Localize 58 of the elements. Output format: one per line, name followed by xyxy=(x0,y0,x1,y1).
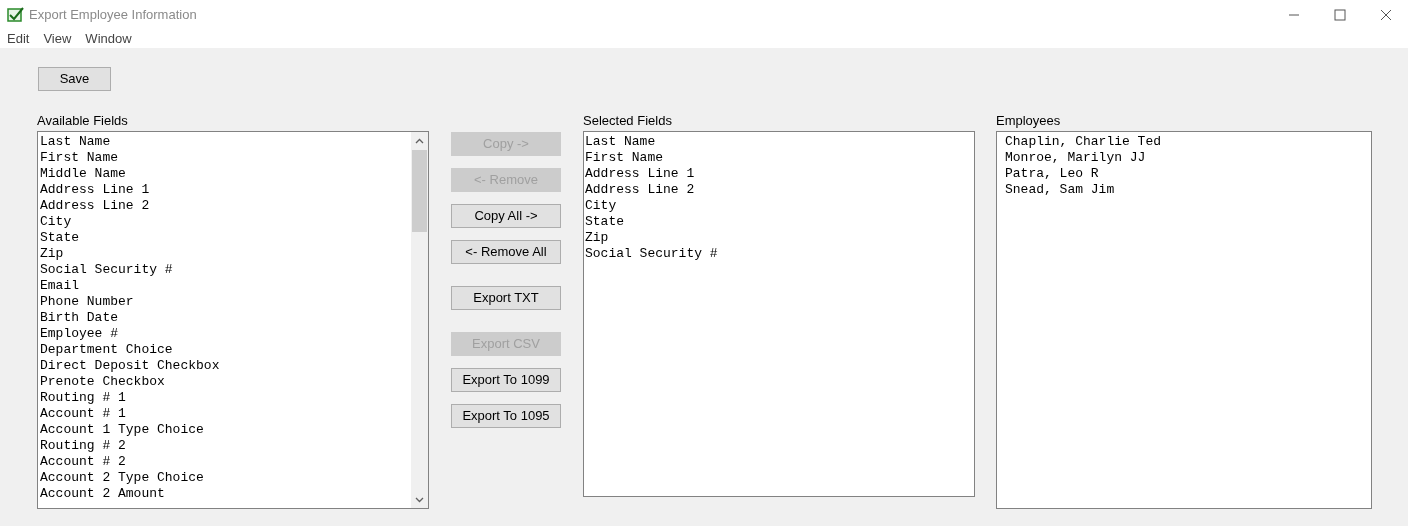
scroll-up-icon[interactable] xyxy=(415,137,424,144)
list-item[interactable]: Social Security # xyxy=(40,261,411,278)
list-item[interactable]: First Name xyxy=(585,149,974,166)
list-item[interactable]: Routing # 2 xyxy=(40,437,411,454)
list-item[interactable]: Phone Number xyxy=(40,293,411,310)
list-item[interactable]: Birth Date xyxy=(40,309,411,326)
list-item[interactable]: First Name xyxy=(40,149,411,166)
app-icon xyxy=(7,7,25,23)
list-item[interactable]: Department Choice xyxy=(40,341,411,358)
list-item[interactable]: Monroe, Marilyn JJ xyxy=(1005,149,1371,166)
list-item[interactable]: Address Line 1 xyxy=(585,165,974,182)
save-button[interactable]: Save xyxy=(38,66,111,91)
list-item[interactable]: Employee # xyxy=(40,325,411,342)
list-item[interactable]: Email xyxy=(40,277,411,294)
list-item[interactable]: Patra, Leo R xyxy=(1005,165,1371,182)
list-item[interactable]: Account # 1 xyxy=(40,405,411,422)
list-box[interactable]: Chaplin, Charlie Ted Monroe, Marilyn JJ Patra, Leo R Snead, Sam Jim xyxy=(996,130,1372,509)
list-box[interactable]: Last Name First Name Address Line 1 Address Line 2 City State Zip Social Security # xyxy=(583,130,975,497)
maximize-icon[interactable] xyxy=(1334,9,1346,21)
list-item[interactable]: Account 2 Amount xyxy=(40,485,411,502)
window-title: Export Employee Information xyxy=(29,6,197,25)
list-label: Available Fields xyxy=(37,111,129,129)
list-item[interactable]: Routing # 1 xyxy=(40,389,411,406)
menu-item[interactable]: View xyxy=(43,30,72,48)
list-item[interactable]: State xyxy=(585,213,974,230)
scrollbar[interactable] xyxy=(411,131,428,508)
list-item[interactable]: Address Line 2 xyxy=(40,197,411,214)
action-button[interactable]: Export To 1095 xyxy=(451,403,561,428)
list-item[interactable]: Address Line 2 xyxy=(585,181,974,198)
list-item[interactable]: City xyxy=(40,213,411,230)
list-label: Selected Fields xyxy=(583,111,673,129)
scroll-thumb[interactable] xyxy=(412,149,427,232)
action-button[interactable]: <- Remove All xyxy=(451,239,561,264)
close-icon[interactable] xyxy=(1380,9,1392,21)
list-item[interactable]: State xyxy=(40,229,411,246)
list-item[interactable]: Last Name xyxy=(585,133,974,150)
action-button[interactable]: Copy All -> xyxy=(451,203,561,228)
list-item[interactable]: Snead, Sam Jim xyxy=(1005,181,1371,198)
list-item[interactable]: Social Security # xyxy=(585,245,974,262)
menu-item[interactable]: Edit xyxy=(7,30,30,48)
list-box[interactable] xyxy=(37,130,429,509)
list-item[interactable]: Address Line 1 xyxy=(40,181,411,198)
list-item[interactable]: Account 1 Type Choice xyxy=(40,421,411,438)
list-item[interactable]: Prenote Checkbox xyxy=(40,373,411,390)
list-label: Employees xyxy=(996,111,1062,129)
scroll-down-icon[interactable] xyxy=(415,496,424,503)
list-item[interactable]: Account # 2 xyxy=(40,453,411,470)
action-button[interactable]: Export To 1099 xyxy=(451,367,561,392)
list-item[interactable]: Account 2 Type Choice xyxy=(40,469,411,486)
list-item[interactable]: City xyxy=(585,197,974,214)
list-item[interactable]: Zip xyxy=(585,229,974,246)
list-item[interactable]: Zip xyxy=(40,245,411,262)
action-button[interactable]: Export TXT xyxy=(451,285,561,310)
list-item[interactable]: Chaplin, Charlie Ted xyxy=(1005,133,1371,150)
menu-item[interactable]: Window xyxy=(85,30,132,48)
list-item[interactable]: Last Name xyxy=(40,133,411,150)
list-item[interactable]: Direct Deposit Checkbox xyxy=(40,357,411,374)
list-item[interactable]: Middle Name xyxy=(40,165,411,182)
